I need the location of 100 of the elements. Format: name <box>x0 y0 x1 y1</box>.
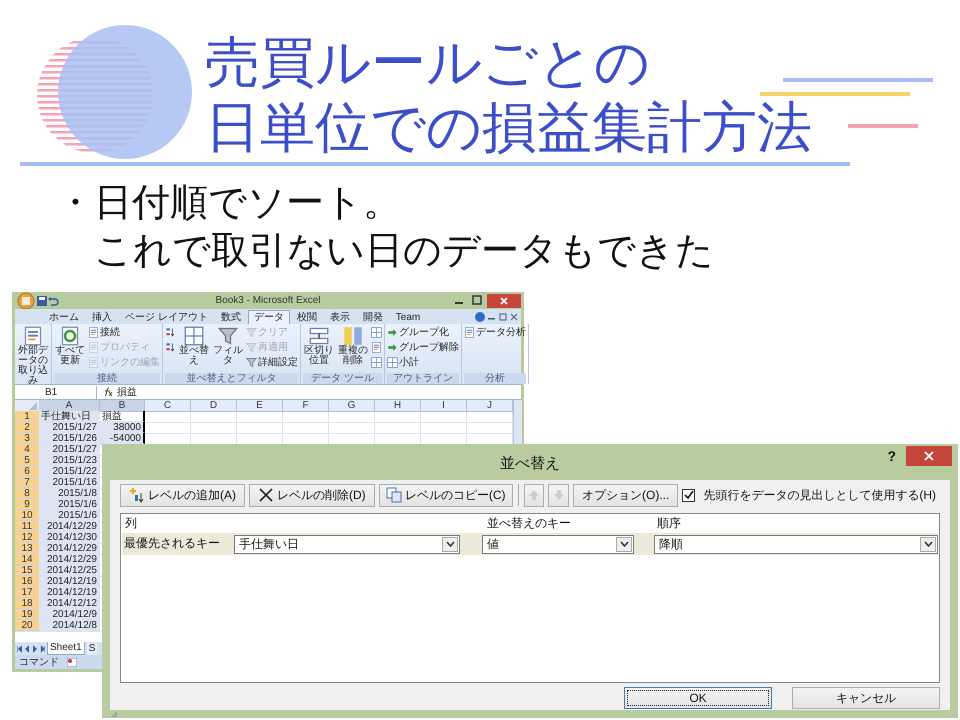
ribbon-button[interactable] <box>371 326 382 339</box>
dropdown[interactable]: 手仕舞い日 <box>234 534 460 554</box>
column-header[interactable]: I <box>421 400 467 412</box>
row-header[interactable]: 19 <box>15 609 39 620</box>
ribbon-tab[interactable]: Team <box>390 310 426 324</box>
row-header[interactable]: 12 <box>15 532 39 543</box>
ribbon-button[interactable]: 接続 <box>88 326 160 339</box>
table-icon <box>371 327 382 338</box>
close-button[interactable] <box>906 446 952 466</box>
ribbon-button[interactable]: 並べ替え <box>178 325 210 373</box>
close-icon[interactable] <box>510 312 518 320</box>
help-icon[interactable] <box>475 312 485 322</box>
column-header[interactable]: G <box>329 400 375 412</box>
row-header[interactable]: 17 <box>15 587 39 598</box>
close-button[interactable] <box>487 294 521 308</box>
dropdown[interactable]: 値 <box>482 534 634 554</box>
column-header[interactable]: H <box>375 400 421 412</box>
macro-record-icon[interactable] <box>67 658 77 666</box>
row-header[interactable]: 7 <box>15 477 39 488</box>
column-header[interactable]: E <box>237 400 283 412</box>
ribbon-button[interactable] <box>371 341 382 354</box>
row-header[interactable]: 2 <box>15 422 39 433</box>
ribbon-tab[interactable]: ホーム <box>43 310 85 324</box>
bars-icon <box>343 326 363 346</box>
ribbon-tab[interactable]: ページ レイアウト <box>119 310 214 324</box>
row-header[interactable]: 9 <box>15 499 39 510</box>
checkbox-label[interactable]: 先頭行をデータの見出しとして使用する(H) <box>703 486 936 504</box>
toolbar-button[interactable]: オプション(O)... <box>573 484 678 506</box>
toolbar-button[interactable]: レベルの削除(D) <box>249 484 375 506</box>
column-header[interactable]: J <box>467 400 513 412</box>
office-button[interactable] <box>15 292 37 309</box>
ribbon-tab[interactable]: 挿入 <box>86 310 118 324</box>
toolbar-button[interactable]: レベルの追加(A) <box>120 484 245 506</box>
document-icon <box>88 327 99 338</box>
name-box[interactable]: B1 <box>15 386 97 398</box>
slide-title-line: 日単位での損益集計方法 <box>205 95 812 160</box>
caret-icon <box>446 541 454 547</box>
dialog-button[interactable]: OK <box>624 687 772 709</box>
row-header[interactable]: 14 <box>15 554 39 565</box>
row-header[interactable]: 15 <box>15 565 39 576</box>
ribbon-button[interactable]: フィルタ <box>212 325 244 373</box>
ribbon-button[interactable]: 詳細設定 <box>246 356 298 369</box>
sort-icon <box>165 327 176 338</box>
ribbon-tab[interactable]: データ <box>248 310 290 324</box>
ribbon-button[interactable]: グループ解除 <box>387 341 459 354</box>
ribbon-button[interactable] <box>371 356 382 369</box>
columns-icon <box>309 326 329 346</box>
column-header[interactable]: D <box>191 400 237 412</box>
column-header[interactable]: F <box>283 400 329 412</box>
save-icon[interactable] <box>37 296 47 306</box>
row-header[interactable]: 10 <box>15 510 39 521</box>
row-header[interactable]: 20 <box>15 620 39 631</box>
sheet-tab[interactable]: S <box>86 642 98 654</box>
dialog-button[interactable]: キャンセル <box>792 687 940 709</box>
row-header[interactable]: 13 <box>15 543 39 554</box>
column-header[interactable]: A <box>39 400 100 412</box>
checkbox[interactable] <box>682 488 696 502</box>
formula-bar[interactable]: 損益 <box>117 385 137 399</box>
table-icon <box>387 357 398 368</box>
ribbon-button[interactable]: すべて更新 <box>54 325 86 373</box>
row-header[interactable]: 11 <box>15 521 39 532</box>
column-header[interactable]: C <box>145 400 191 412</box>
ribbon-tab[interactable]: 校閲 <box>290 310 323 324</box>
ribbon-tab[interactable]: 開発 <box>356 310 389 324</box>
column-header[interactable]: B <box>100 400 145 412</box>
ribbon-tab[interactable]: 表示 <box>324 310 356 324</box>
table-cell: 2014/12/30 <box>39 532 100 543</box>
ribbon-button[interactable]: データ分析 <box>464 326 526 339</box>
sheet-navigation-icon[interactable] <box>17 644 45 652</box>
funnel-icon <box>246 342 257 353</box>
ribbon-button[interactable]: 区切り位置 <box>303 325 335 373</box>
funnel-icon <box>246 327 257 338</box>
row-header[interactable]: 8 <box>15 488 39 499</box>
ribbon-button[interactable] <box>165 341 176 354</box>
row-header[interactable]: 4 <box>15 444 39 455</box>
row-header[interactable]: 16 <box>15 576 39 587</box>
toolbar-button[interactable]: レベルのコピー(C) <box>378 484 513 506</box>
column-heading: 並べ替えのキー <box>487 515 572 532</box>
ribbon-button[interactable]: グループ化 <box>387 326 459 339</box>
dropdown[interactable]: 降順 <box>654 534 938 554</box>
row-header[interactable]: 5 <box>15 455 39 466</box>
row-header[interactable]: 6 <box>15 466 39 477</box>
ribbon-tab[interactable]: 数式 <box>214 310 247 324</box>
ribbon-button[interactable]: 重複の削除 <box>337 325 369 373</box>
sheet-tab[interactable]: Sheet1 <box>47 642 85 655</box>
row-header[interactable]: 1 <box>15 411 39 422</box>
ribbon-button[interactable]: 小計 <box>387 356 459 369</box>
table-cell: -54000 <box>100 433 145 444</box>
restore-icon[interactable] <box>499 312 507 320</box>
ribbon-button[interactable]: 外部データの取り込み <box>17 325 49 386</box>
row-header[interactable]: 3 <box>15 433 39 444</box>
help-button[interactable]: ? <box>887 448 896 464</box>
arrow-icon <box>387 342 398 353</box>
row-header[interactable]: 18 <box>15 598 39 609</box>
ribbon-button[interactable] <box>165 326 176 339</box>
undo-icon[interactable] <box>47 296 59 306</box>
table-cell: 2015/1/8 <box>39 488 100 499</box>
table-cell: 2015/1/23 <box>39 455 100 466</box>
table-cell: 2014/12/25 <box>39 565 100 576</box>
dialog-title: 並べ替え <box>500 454 560 473</box>
